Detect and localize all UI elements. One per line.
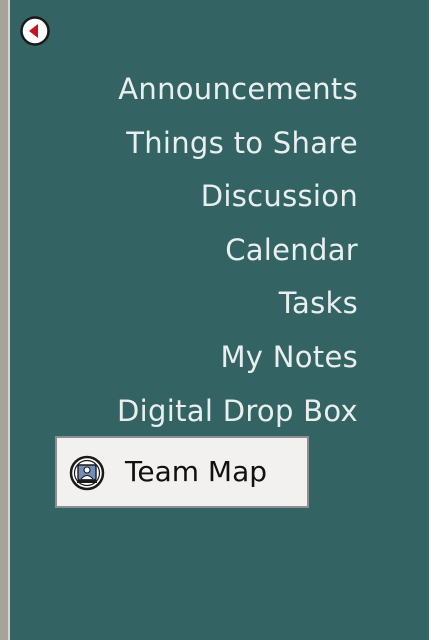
nav-item-discussion[interactable]: Discussion — [10, 170, 358, 224]
nav-item-calendar[interactable]: Calendar — [10, 224, 358, 278]
nav-item-digital-drop-box[interactable]: Digital Drop Box — [10, 385, 358, 439]
team-map-label: Team Map — [125, 455, 267, 488]
course-nav: Announcements Things to Share Discussion… — [10, 63, 358, 438]
nav-item-my-notes[interactable]: My Notes — [10, 331, 358, 385]
team-map-icon — [69, 455, 105, 491]
collapse-back-button[interactable] — [20, 16, 50, 46]
window-border — [0, 0, 8, 640]
nav-item-tasks[interactable]: Tasks — [10, 277, 358, 331]
sidebar-window: Announcements Things to Share Discussion… — [0, 0, 431, 640]
nav-item-things-to-share[interactable]: Things to Share — [10, 117, 358, 171]
back-arrow-icon — [20, 16, 50, 46]
team-map-button[interactable]: Team Map — [55, 436, 309, 508]
nav-item-announcements[interactable]: Announcements — [10, 63, 358, 117]
